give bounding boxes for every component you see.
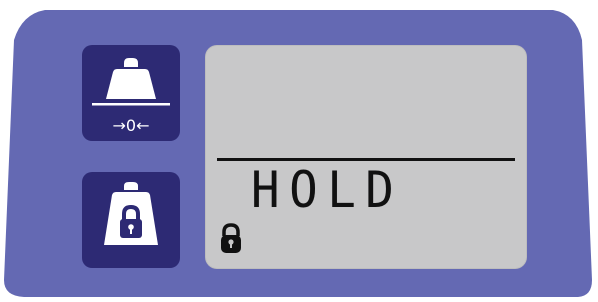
lock-icon <box>221 223 241 253</box>
tare-zero-button[interactable]: →0← <box>82 45 180 141</box>
weight-lock-icon <box>104 182 158 245</box>
tare-zero-label: →0← <box>112 116 150 135</box>
lcd-mode-text: HOLD <box>251 161 404 219</box>
scale-control-panel: →0← HOLD <box>0 0 598 302</box>
lcd-screen: HOLD <box>205 45 527 269</box>
hold-button[interactable] <box>82 172 180 268</box>
